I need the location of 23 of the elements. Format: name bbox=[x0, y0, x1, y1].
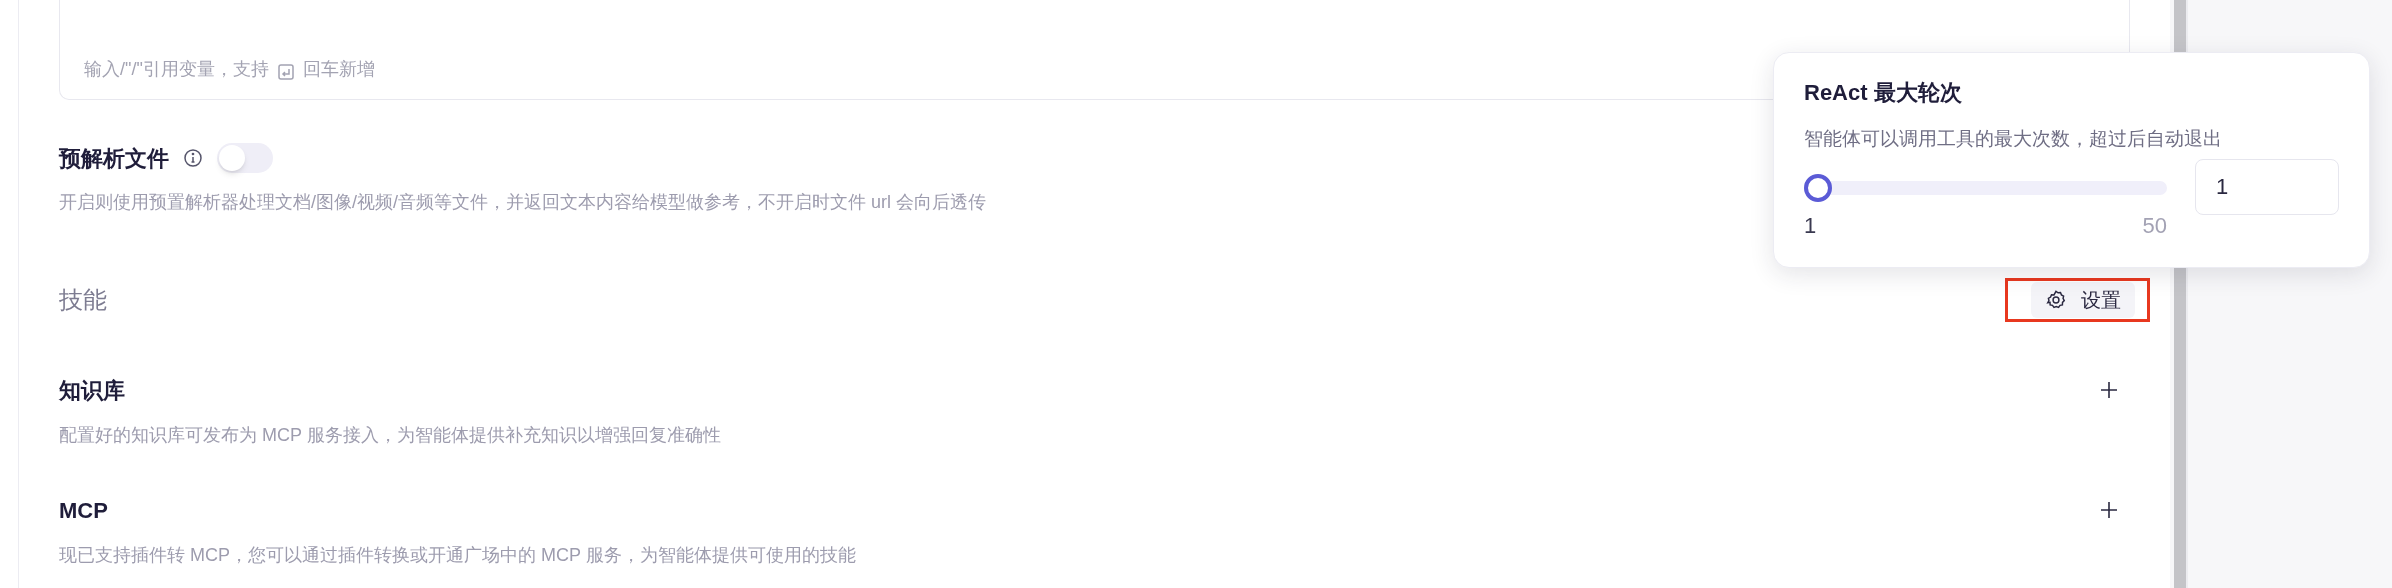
popover-description: 智能体可以调用工具的最大次数，超过后自动退出 bbox=[1804, 127, 2223, 151]
slider-thumb[interactable] bbox=[1804, 174, 1832, 202]
setting-description: 开启则使用预置解析器处理文档/图像/视频/音频等文件，并返回文本内容给模型做参考，不开启时文件 url 会向后透传 bbox=[59, 191, 987, 214]
slider[interactable] bbox=[1804, 174, 2167, 202]
settings-button[interactable]: 设置 bbox=[2031, 282, 2135, 318]
number-field[interactable]: 1 bbox=[2195, 159, 2339, 215]
add-icon[interactable] bbox=[2100, 381, 2118, 399]
placeholder-text: 回车新增 bbox=[302, 58, 375, 81]
add-icon[interactable] bbox=[2100, 501, 2118, 519]
skill-description: 现已支持插件转 MCP，您可以通过插件转换或开通广场中的 MCP 服务，为智能体提供可使用的技能 bbox=[59, 544, 857, 567]
toggle-switch[interactable] bbox=[217, 143, 273, 173]
skill-title: 知识库 bbox=[59, 376, 125, 405]
enter-key-icon bbox=[276, 63, 295, 81]
settings-icon bbox=[2045, 289, 2067, 311]
skill-title: MCP bbox=[59, 496, 108, 525]
setting-label: 预解析文件 bbox=[59, 144, 169, 173]
skill-description: 配置好的知识库可发布为 MCP 服务接入，为智能体提供补充知识以增强回复准确性 bbox=[59, 424, 722, 447]
max-label: 50 bbox=[2142, 212, 2167, 240]
placeholder-text: 输入/"/"引用变量，支持 bbox=[84, 58, 269, 81]
popover-title: ReAct 最大轮次 bbox=[1804, 79, 1963, 107]
info-icon[interactable] bbox=[183, 148, 203, 168]
section-title: 技能 bbox=[59, 285, 107, 315]
min-label: 1 bbox=[1804, 212, 1817, 240]
